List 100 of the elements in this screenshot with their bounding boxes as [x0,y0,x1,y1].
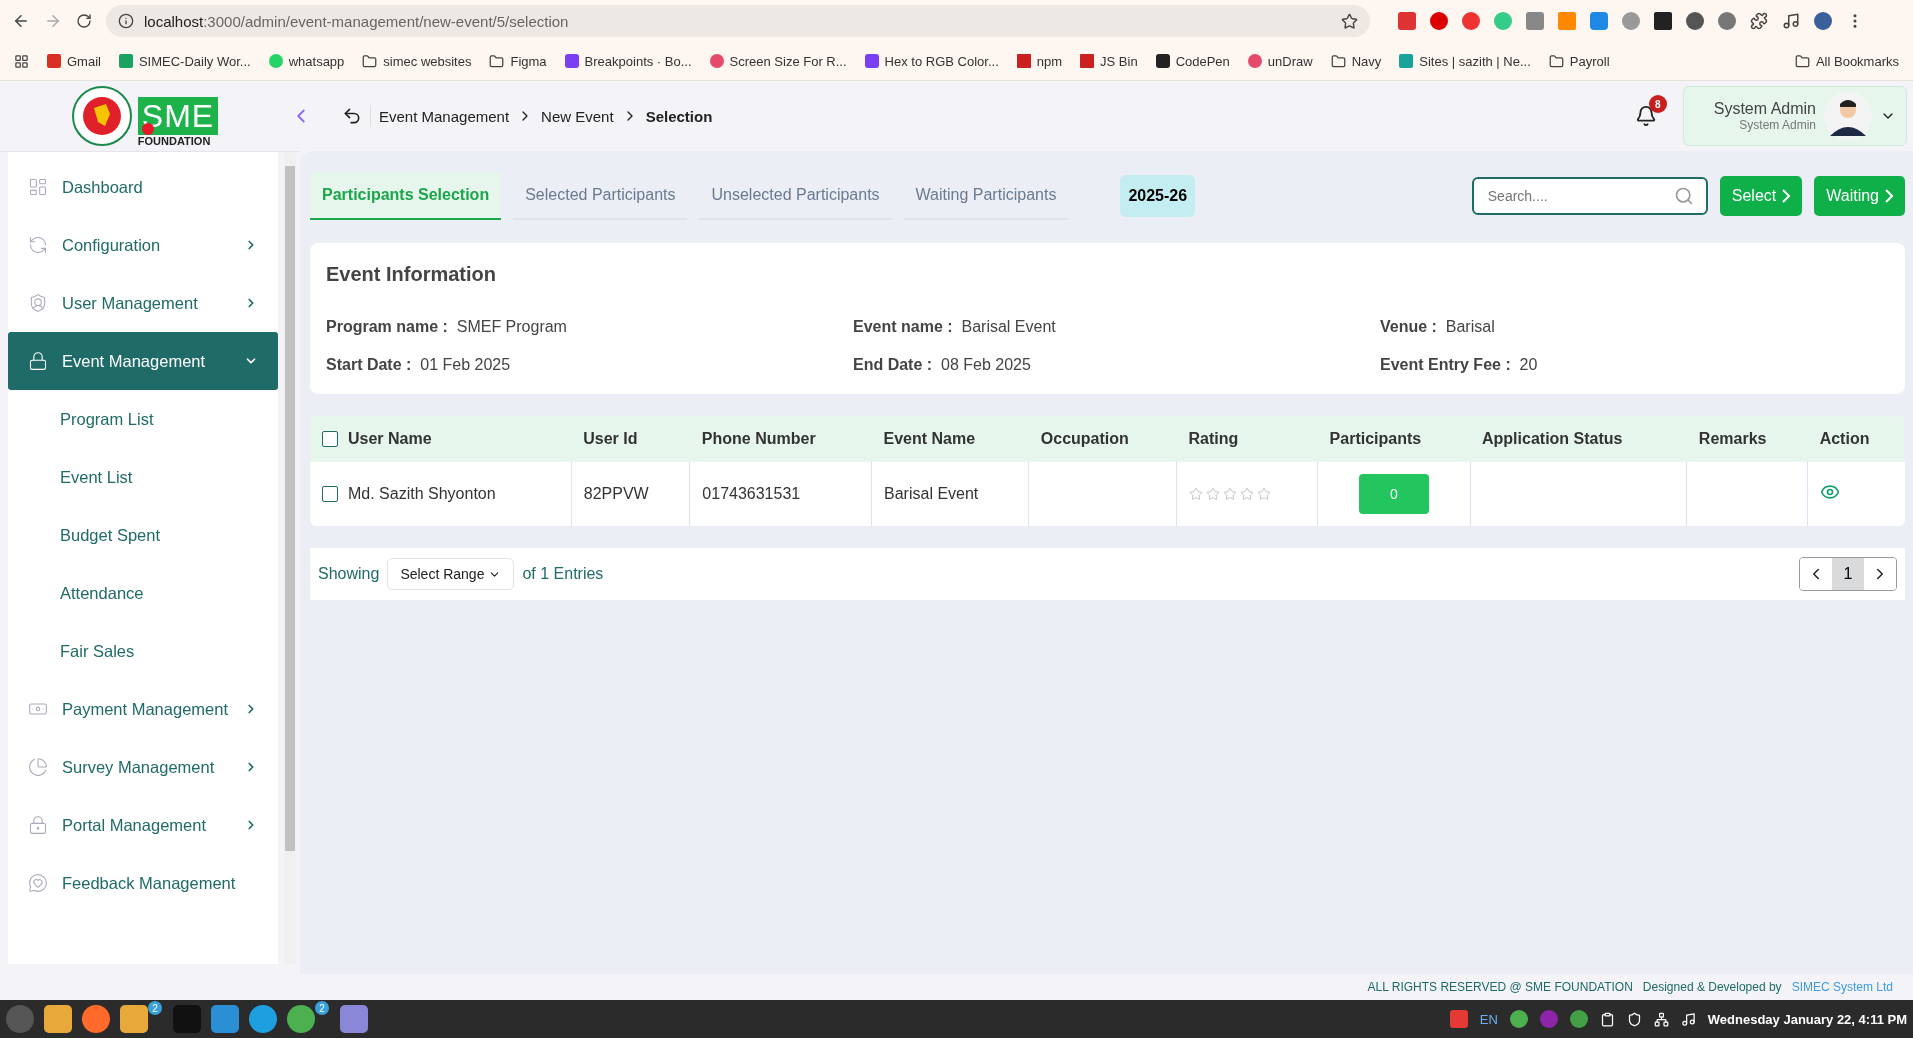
star-icon[interactable] [1341,12,1358,30]
folder-icon [362,53,378,69]
bookmark[interactable]: JS Bin [1080,53,1138,69]
bookmark[interactable]: simec websites [362,53,472,69]
bookmark[interactable]: Sites | sazith | Ne... [1399,53,1531,69]
bookmark[interactable]: Breakpoints · Bo... [564,53,692,69]
bookmark[interactable]: Hex to RGB Color... [864,53,999,69]
apps-grid-icon[interactable] [14,53,29,69]
sidebar-item[interactable]: Feedback Management [8,854,278,912]
profile-icon[interactable] [1814,12,1832,30]
star-icon[interactable] [1240,487,1254,501]
extension-icon[interactable] [1686,12,1704,30]
extension-icon[interactable] [1430,12,1448,30]
start-menu-icon[interactable] [6,1005,34,1033]
submenu-item[interactable]: Program List [8,390,278,448]
sound-icon[interactable] [1680,1011,1696,1027]
clock[interactable]: Wednesday January 22, 4:11 PM [1707,1011,1907,1027]
language-indicator[interactable]: EN [1479,1011,1498,1027]
notes-icon[interactable] [340,1005,368,1033]
info-field: Event name : Barisal Event [853,318,1380,336]
app-tray-icon[interactable] [1539,1010,1558,1028]
page-button[interactable]: 1 [1832,558,1864,590]
tab[interactable]: Selected Participants [513,172,688,220]
media-icon[interactable] [1782,12,1800,30]
star-icon[interactable] [1223,487,1237,501]
shield-icon[interactable] [1626,1011,1642,1027]
bookmark[interactable]: Payroll [1548,53,1610,69]
view-icon[interactable] [1820,482,1841,502]
site-icon [564,54,579,68]
site-icon [1155,54,1170,68]
tab[interactable]: Waiting Participants [903,172,1069,220]
user-name: Md. Sazith Shyonton [348,485,496,503]
search-field[interactable]: Search.... [1471,177,1708,215]
submenu-item[interactable]: Attendance [8,564,278,622]
reload-icon[interactable] [76,13,92,29]
sidebar-item[interactable]: Portal Management [8,796,278,854]
submenu-item[interactable]: Fair Sales [8,622,278,680]
sidebar-item[interactable]: Survey Management [8,738,278,796]
bookmark[interactable]: Screen Size For R... [709,53,847,69]
breadcrumb[interactable]: Event Management [379,107,510,125]
bookmark[interactable]: whatsapp [268,53,345,69]
column-header: Occupation [1028,416,1177,462]
skype-icon[interactable] [249,1005,277,1033]
checkbox[interactable] [322,431,338,447]
star-icon[interactable] [1206,487,1220,501]
info-icon[interactable] [118,13,134,29]
bookmark[interactable]: Navy [1330,53,1382,69]
user-menu[interactable]: System Admin System Admin [1682,86,1907,146]
firefox-icon[interactable] [82,1005,110,1033]
address-bar[interactable]: localhost:3000/admin/event-management/new-event/5/selection [106,5,1370,37]
info-field: Event Entry Fee : 20 [1380,356,1889,374]
clipboard-icon[interactable] [1599,1011,1615,1027]
bookmark[interactable]: CodePen [1155,53,1230,69]
credit-text: Designed & Developed by [1642,980,1782,994]
sidebar-item[interactable]: User Management [8,274,278,332]
sidebar-item[interactable]: Payment Management [8,680,278,738]
notification-badge: 8 [1648,95,1667,113]
breadcrumb: Selection [645,107,713,125]
star-icon[interactable] [1257,487,1271,501]
all-bookmarks[interactable]: All Bookmarks [1794,53,1899,69]
code-editor-icon[interactable] [211,1005,239,1033]
browser-icon[interactable] [287,1005,315,1033]
search-icon [1673,186,1694,206]
bookmark[interactable]: SIMEC-Daily Wor... [118,53,251,69]
tab[interactable]: Unselected Participants [699,172,892,220]
year-badge: 2025-26 [1120,175,1196,217]
back-icon[interactable] [12,12,30,30]
range-select[interactable]: Select Range [387,558,515,590]
star-icon[interactable] [1189,487,1203,501]
app-tray-icon[interactable] [1449,1010,1468,1028]
column-label: User Name [348,430,432,448]
table-cell: 82PPVW [571,462,690,526]
sidebar-item[interactable]: Event Management [8,332,278,390]
sidebar-item[interactable]: Configuration [8,216,278,274]
bookmark[interactable]: Gmail [47,53,101,69]
menu-item-icon [28,873,48,893]
breadcrumb[interactable]: New Event [541,107,614,125]
submenu-item[interactable]: Budget Spent [8,506,278,564]
network-icon[interactable] [1653,1011,1669,1027]
bookmark[interactable]: Figma [489,53,547,69]
info-field: Start Date : 01 Feb 2025 [326,356,853,374]
site-icon [1399,54,1414,68]
check-tray-icon[interactable] [1569,1010,1588,1028]
undo-icon[interactable] [342,106,362,126]
sidebar-item[interactable]: Dashboard [8,158,278,216]
browser-tray-icon[interactable] [1509,1010,1528,1028]
bookmark[interactable]: npm [1016,53,1063,69]
forward-icon[interactable] [44,12,62,30]
column-header: Phone Number [689,416,872,462]
bookmark[interactable]: unDraw [1247,53,1313,69]
extension-icon[interactable] [1718,12,1736,30]
puzzle-icon[interactable] [1750,12,1768,30]
folder-icon[interactable] [120,1005,148,1033]
bell-icon[interactable] [1634,105,1657,127]
checkbox[interactable] [322,486,338,502]
site-icon [709,54,724,68]
submenu-item[interactable]: Event List [8,448,278,506]
files-icon[interactable] [44,1005,72,1033]
extension-icon[interactable] [1462,12,1480,30]
scrollbar[interactable] [285,166,295,851]
